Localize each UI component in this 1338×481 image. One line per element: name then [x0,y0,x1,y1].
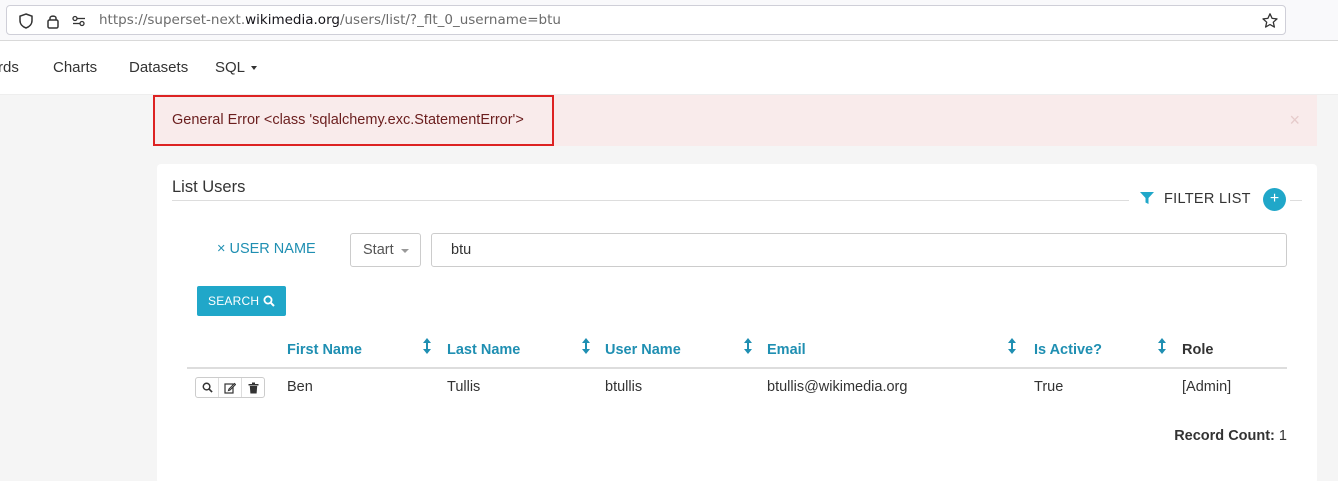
star-icon[interactable] [1261,12,1279,30]
main-navbar: rds Charts Datasets SQL [0,41,1338,95]
column-role: Role [1182,342,1214,358]
search-button[interactable]: SEARCH [197,286,286,316]
filter-value-input[interactable]: btu [431,233,1287,267]
remove-filter-username[interactable]: × USER NAME [217,241,316,257]
search-icon [202,382,213,393]
nav-charts[interactable]: Charts [53,59,97,76]
sort-icon[interactable] [744,338,752,354]
trash-icon [248,382,258,393]
cell-role: [Admin] [1182,379,1232,395]
record-count-label: Record Count: [1174,428,1275,444]
edit-icon [224,382,236,394]
alert-message: General Error <class 'sqlalchemy.exc.Sta… [172,112,524,128]
close-icon[interactable]: × [1289,110,1300,131]
filter-list-label: FILTER LIST [1164,191,1251,207]
browser-toolbar: https://superset-next.wikimedia.org/user… [0,0,1338,41]
list-users-panel: List Users FILTER LIST + × USER NAME Sta… [157,164,1317,481]
search-button-label: SEARCH [208,294,260,308]
filter-list-button[interactable]: FILTER LIST [1140,191,1251,209]
funnel-icon [1140,192,1154,209]
permissions-icon[interactable] [70,12,88,30]
nav-dashboards[interactable]: rds [0,59,19,76]
lock-icon[interactable] [44,12,62,30]
add-user-button[interactable]: + [1263,188,1286,211]
filter-operator-select[interactable]: Start [350,233,421,267]
url-prefix: https://superset-next. [99,12,246,28]
cell-email: btullis@wikimedia.org [767,379,908,395]
show-record-button[interactable] [196,378,219,397]
cell-last-name: Tullis [447,379,481,395]
divider [172,200,1129,201]
shield-icon[interactable] [17,12,35,30]
edit-record-button[interactable] [219,378,242,397]
sort-icon[interactable] [1158,338,1166,354]
chevron-down-icon [401,249,409,253]
nav-sql-menu[interactable]: SQL [215,59,258,76]
sort-icon[interactable] [423,338,431,354]
sort-icon[interactable] [1008,338,1016,354]
table-header-divider [187,367,1287,369]
column-is-active[interactable]: Is Active? [1034,342,1102,358]
url-text: https://superset-next.wikimedia.org/user… [99,12,561,28]
column-user-name[interactable]: User Name [605,342,681,358]
record-count-value: 1 [1278,428,1287,444]
row-actions [195,377,265,398]
column-first-name[interactable]: First Name [287,342,362,358]
chevron-down-icon [251,66,258,71]
column-last-name[interactable]: Last Name [447,342,520,358]
nav-sql-label: SQL [215,59,246,76]
search-icon [263,295,275,307]
filter-operator-value: Start [363,242,394,258]
divider [1290,200,1302,201]
cell-first-name: Ben [287,379,313,395]
nav-datasets[interactable]: Datasets [129,59,188,76]
delete-record-button[interactable] [242,378,264,397]
column-email[interactable]: Email [767,342,806,358]
url-host: wikimedia.org [245,12,340,28]
url-path: /users/list/?_flt_0_username=btu [339,12,561,28]
sort-icon[interactable] [582,338,590,354]
cell-user-name: btullis [605,379,643,395]
record-count: Record Count: 1 [1174,428,1287,444]
error-alert: General Error <class 'sqlalchemy.exc.Sta… [153,95,1317,146]
address-bar[interactable]: https://superset-next.wikimedia.org/user… [6,5,1286,35]
panel-title: List Users [172,178,246,196]
cell-is-active: True [1034,379,1064,395]
